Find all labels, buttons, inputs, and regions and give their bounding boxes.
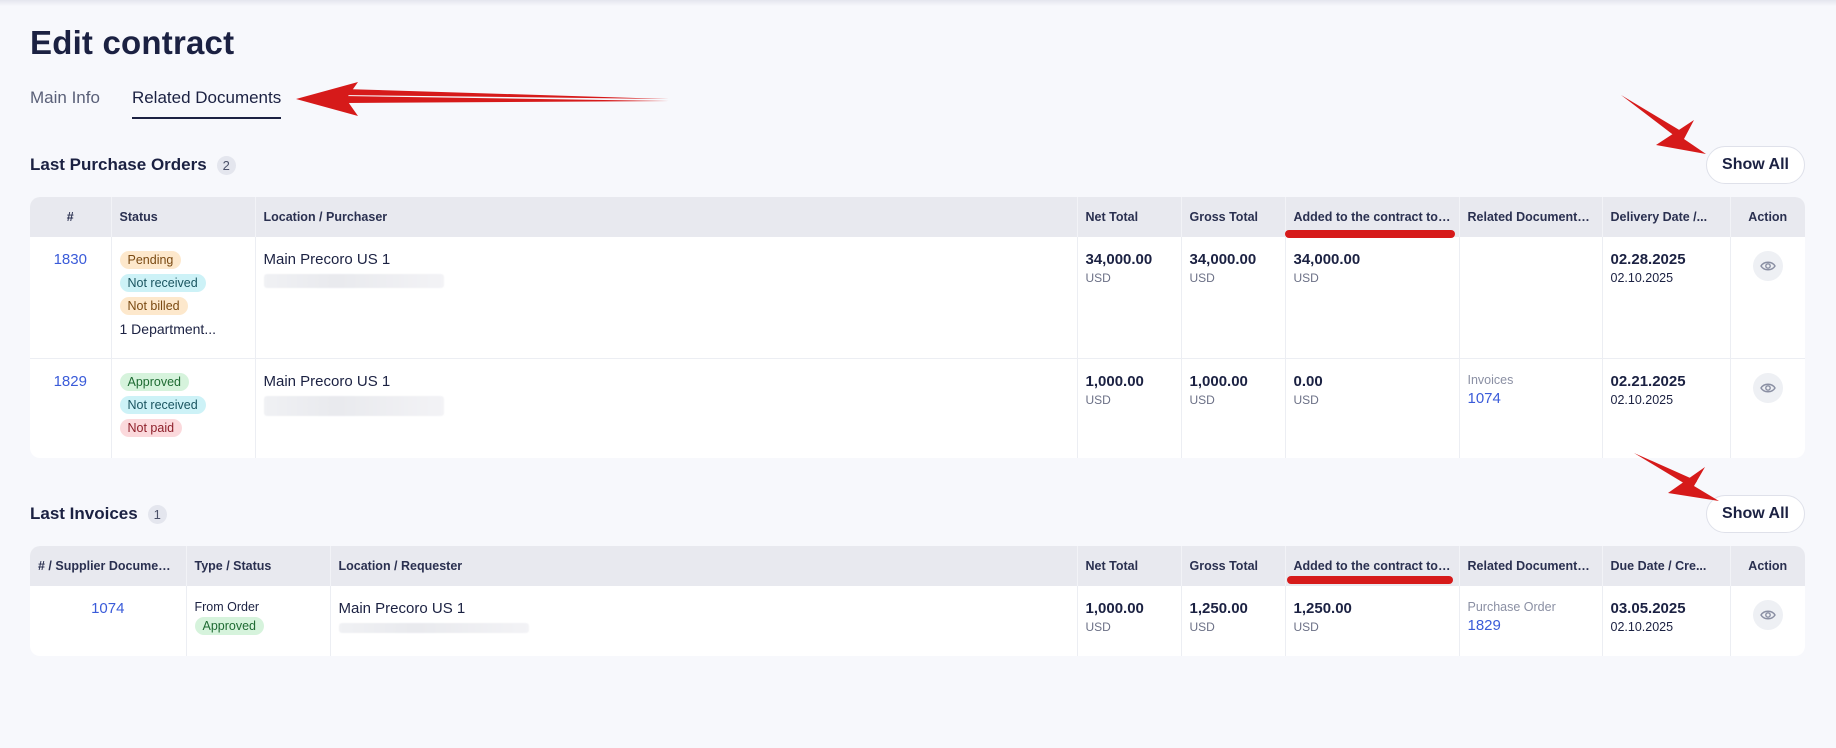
- related-doc-link[interactable]: 1829: [1468, 617, 1594, 634]
- red-arrow: [1634, 453, 1719, 501]
- invoices-show-all-button[interactable]: Show All: [1706, 495, 1805, 533]
- currency: USD: [1293, 392, 1319, 407]
- redacted-requester: [338, 623, 529, 633]
- eye-icon: [1759, 383, 1776, 392]
- status-badge: Pending: [119, 251, 182, 269]
- invoices-section-header: Last Invoices 1: [30, 504, 167, 524]
- gross-total: 1,250.00: [1189, 600, 1248, 617]
- net-total: 1,000.00: [1085, 600, 1144, 617]
- gross-total: 34,000.00: [1189, 251, 1257, 268]
- table-row: 1074 From Order Approved Main Precoro US…: [30, 586, 1805, 656]
- col-header-status[interactable]: Status: [111, 197, 256, 237]
- col-header-number[interactable]: #: [30, 197, 112, 237]
- col-header-gross-total[interactable]: Gross Total: [1181, 197, 1286, 237]
- annotation-underline: [1285, 230, 1455, 238]
- col-header-related-docs[interactable]: Related Documents, #: [1459, 546, 1603, 586]
- currency: USD: [1189, 271, 1215, 285]
- status-badge: Not paid: [119, 418, 183, 437]
- top-shadow: [0, 0, 1836, 6]
- annotation-underline: [1287, 576, 1453, 584]
- status-badge: Not received: [119, 274, 206, 292]
- location-text: Main Precoro US 1: [338, 600, 466, 617]
- status-badge: Approved: [119, 372, 190, 391]
- view-button[interactable]: [1752, 600, 1783, 630]
- related-doc-link[interactable]: 1074: [1468, 390, 1594, 407]
- view-button[interactable]: [1752, 372, 1783, 403]
- currency: USD: [1293, 620, 1319, 634]
- invoices-table: # / Supplier Document # Type / Status Lo…: [30, 546, 1805, 656]
- due-date: 03.05.2025: [1610, 600, 1686, 617]
- red-arrow: [1621, 95, 1706, 154]
- redacted-purchaser: [263, 395, 444, 416]
- created-date: 02.10.2025: [1610, 271, 1674, 285]
- view-button[interactable]: [1752, 251, 1783, 281]
- department-text: 1 Department...: [119, 321, 217, 337]
- added-total: 34,000.00: [1293, 251, 1361, 268]
- tab-related-documents[interactable]: Related Documents: [131, 88, 282, 119]
- po-section-title: Last Purchase Orders: [30, 155, 207, 174]
- red-arrow: [296, 82, 669, 116]
- tab-main-info[interactable]: Main Info: [30, 88, 100, 119]
- col-header-action: Action: [1730, 197, 1805, 237]
- status-badge: Approved: [194, 617, 265, 635]
- invoice-number-link[interactable]: 1074: [91, 600, 124, 617]
- tabs: Main Info Related Documents: [30, 88, 282, 119]
- col-header-gross-total[interactable]: Gross Total: [1181, 546, 1286, 586]
- currency: USD: [1085, 392, 1111, 407]
- col-header-location[interactable]: Location / Purchaser: [255, 197, 1078, 237]
- invoices-section-title: Last Invoices: [30, 504, 138, 523]
- col-header-delivery-date[interactable]: Delivery Date /...: [1602, 197, 1731, 237]
- created-date: 02.10.2025: [1610, 620, 1674, 634]
- delivery-date: 02.21.2025: [1610, 372, 1686, 390]
- redacted-purchaser: [263, 274, 444, 288]
- po-show-all-button[interactable]: Show All: [1706, 146, 1805, 184]
- table-row: 1830 Pending Not received Not billed 1 D…: [30, 237, 1805, 358]
- col-header-type-status[interactable]: Type / Status: [186, 546, 331, 586]
- po-number-link[interactable]: 1829: [54, 373, 87, 390]
- status-badge: Not received: [119, 395, 206, 414]
- created-date: 02.10.2025: [1610, 392, 1674, 407]
- po-table: # Status Location / Purchaser Net Total …: [30, 197, 1805, 458]
- col-header-location-requester[interactable]: Location / Requester: [330, 546, 1078, 586]
- invoice-type: From Order: [194, 600, 260, 614]
- col-header-related-docs[interactable]: Related Documents, #: [1459, 197, 1603, 237]
- net-total: 1,000.00: [1085, 372, 1144, 390]
- col-header-due-date[interactable]: Due Date / Cre...: [1602, 546, 1731, 586]
- related-doc-label: Invoices: [1467, 372, 1514, 387]
- col-header-net-total[interactable]: Net Total: [1077, 197, 1182, 237]
- eye-icon: [1759, 261, 1776, 271]
- invoices-count-badge: 1: [147, 504, 167, 524]
- po-section-header: Last Purchase Orders 2: [30, 155, 236, 175]
- col-header-net-total[interactable]: Net Total: [1077, 546, 1182, 586]
- po-count-badge: 2: [216, 155, 236, 175]
- related-doc-label: Purchase Order: [1467, 600, 1556, 614]
- status-badge: Not billed: [119, 297, 188, 315]
- currency: USD: [1085, 271, 1111, 285]
- po-table-header: # Status Location / Purchaser Net Total …: [30, 197, 1805, 237]
- net-total: 34,000.00: [1085, 251, 1153, 268]
- gross-total: 1,000.00: [1189, 372, 1248, 390]
- invoices-table-header: # / Supplier Document # Type / Status Lo…: [30, 546, 1805, 586]
- delivery-date: 02.28.2025: [1610, 251, 1686, 268]
- currency: USD: [1293, 271, 1319, 285]
- po-number-link[interactable]: 1830: [54, 251, 87, 268]
- location-text: Main Precoro US 1: [263, 251, 391, 268]
- page-title: Edit contract: [30, 24, 235, 61]
- col-header-supplier-doc[interactable]: # / Supplier Document #: [30, 546, 187, 586]
- table-row: 1829 Approved Not received Not paid Main…: [30, 357, 1805, 458]
- eye-icon: [1759, 610, 1776, 620]
- added-total: 0.00: [1293, 372, 1323, 390]
- col-header-action: Action: [1730, 546, 1805, 586]
- added-total: 1,250.00: [1293, 600, 1352, 617]
- currency: USD: [1189, 392, 1215, 407]
- currency: USD: [1189, 620, 1215, 634]
- currency: USD: [1085, 620, 1111, 634]
- location-text: Main Precoro US 1: [263, 372, 391, 390]
